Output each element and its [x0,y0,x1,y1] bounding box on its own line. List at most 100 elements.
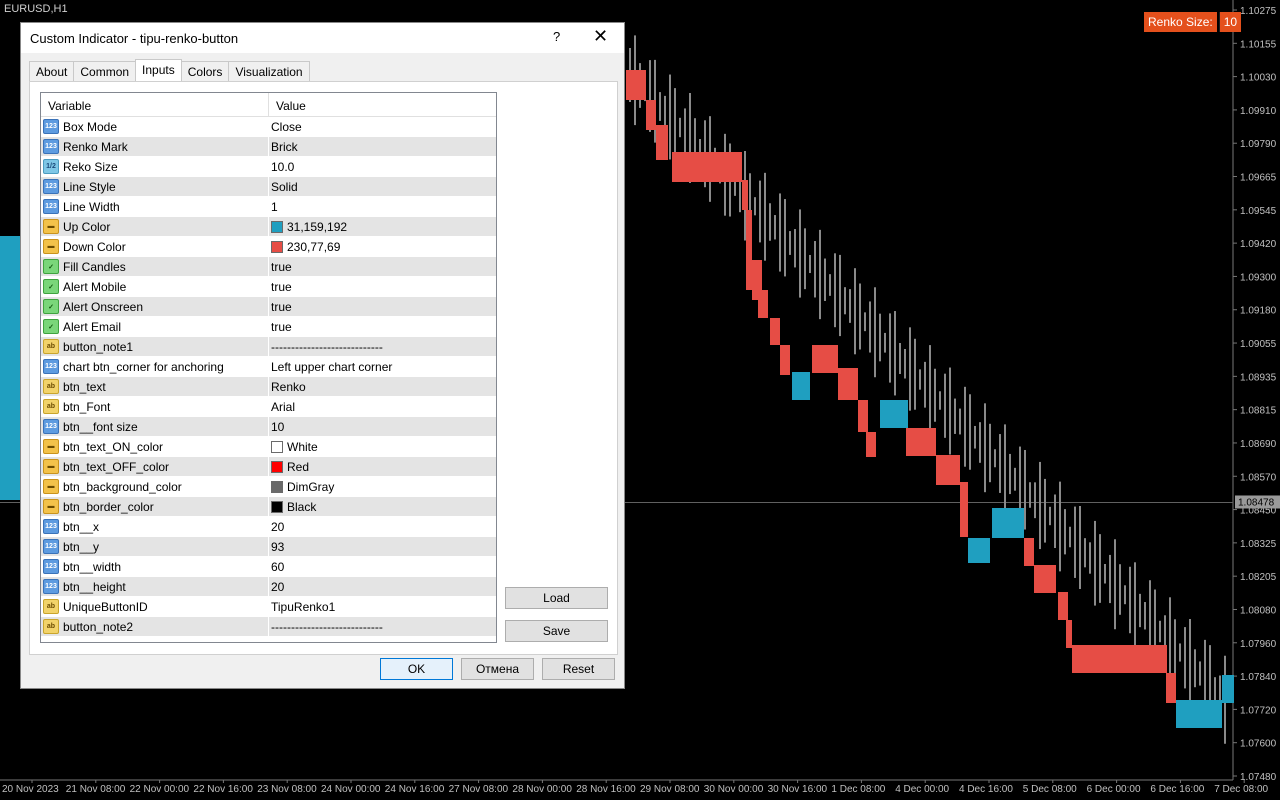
price-tick-label: 1.07960 [1240,639,1277,650]
input-row[interactable]: ▬ btn_text_ON_color White [41,437,496,457]
input-value-cell[interactable]: 93 [269,537,496,556]
price-tick-label: 1.08690 [1240,439,1277,450]
bool-type-icon: ✓ [43,299,59,314]
input-row[interactable]: ▬ Down Color 230,77,69 [41,237,496,257]
input-value-cell[interactable]: 1 [269,197,496,216]
input-row[interactable]: 123 btn__width 60 [41,557,496,577]
input-value-cell[interactable]: Red [269,457,496,476]
input-value-cell[interactable]: Arial [269,397,496,416]
input-row[interactable]: ab button_note2 --------------------------… [41,617,496,637]
help-button[interactable]: ? [553,29,560,44]
input-row[interactable]: 123 btn__font size 10 [41,417,496,437]
input-row[interactable]: ✓ Alert Onscreen true [41,297,496,317]
input-row[interactable]: 123 Line Style Solid [41,177,496,197]
renko-brick-down [866,432,876,457]
input-value: Brick [271,139,298,154]
input-value-cell[interactable]: 10.0 [269,157,496,176]
input-row[interactable]: ▬ btn_text_OFF_color Red [41,457,496,477]
input-value-cell[interactable]: Black [269,497,496,516]
input-variable-cell: 123 btn__height [41,577,269,596]
input-value-cell[interactable]: ---------------------------- [269,617,496,636]
tab-visualization[interactable]: Visualization [228,61,310,81]
renko-brick-down [770,318,780,345]
ok-button[interactable]: OK [380,658,453,680]
input-value: Close [271,119,302,134]
price-tick-label: 1.09180 [1240,306,1277,317]
input-row[interactable]: 123 Box Mode Close [41,117,496,137]
input-value: 10 [271,419,285,434]
input-variable-cell: 123 btn__font size [41,417,269,436]
input-row[interactable]: ▬ Up Color 31,159,192 [41,217,496,237]
input-value-cell[interactable]: 31,159,192 [269,217,496,236]
input-value-cell[interactable]: Brick [269,137,496,156]
price-tick-label: 1.09910 [1240,106,1277,117]
input-value-cell[interactable]: DimGray [269,477,496,496]
input-row[interactable]: 123 chart btn_corner for anchoring Left up… [41,357,496,377]
input-row[interactable]: ✓ Fill Candles true [41,257,496,277]
input-row[interactable]: ▬ btn_border_color Black [41,497,496,517]
input-row[interactable]: ab UniqueButtonID TipuRenko1 [41,597,496,617]
input-row[interactable]: ab btn_text Renko [41,377,496,397]
str-type-icon: ab [43,599,59,614]
input-value-cell[interactable]: 20 [269,517,496,536]
input-value: Left upper chart corner [271,359,393,374]
close-icon[interactable]: ✕ [593,26,608,47]
input-value-cell[interactable]: true [269,257,496,276]
renko-brick-up [1222,675,1234,703]
input-value-cell[interactable]: 60 [269,557,496,576]
bool-type-icon: ✓ [43,279,59,294]
input-value-cell[interactable]: 20 [269,577,496,596]
input-value-cell[interactable]: true [269,277,496,296]
input-row[interactable]: 123 btn__y 93 [41,537,496,557]
input-value-cell[interactable]: Left upper chart corner [269,357,496,376]
input-value-cell[interactable]: true [269,317,496,336]
tab-colors[interactable]: Colors [180,61,230,81]
price-tick-label: 1.07720 [1240,705,1277,716]
input-row[interactable]: ▬ btn_background_color DimGray [41,477,496,497]
load-button[interactable]: Load [505,587,608,609]
input-row[interactable]: 1/2 Reko Size 10.0 [41,157,496,177]
input-row[interactable]: ✓ Alert Email true [41,317,496,337]
tab-common[interactable]: Common [73,61,137,81]
input-row[interactable]: 123 Renko Mark Brick [41,137,496,157]
input-value-cell[interactable]: ---------------------------- [269,337,496,356]
tab-inputs[interactable]: Inputs [135,59,182,81]
input-row[interactable]: ✓ Alert Mobile true [41,277,496,297]
input-variable-name: Up Color [63,219,111,234]
price-tick-label: 1.08325 [1240,539,1277,550]
renko-brick-down [936,455,960,485]
input-row[interactable]: ab button_note1 --------------------------… [41,337,496,357]
cancel-button[interactable]: Отмена [461,658,534,680]
input-value-cell[interactable]: TipuRenko1 [269,597,496,616]
time-tick-label: 21 Nov 08:00 [66,784,126,795]
input-value-cell[interactable]: Close [269,117,496,136]
input-value-cell[interactable]: White [269,437,496,456]
input-value-cell[interactable]: 10 [269,417,496,436]
input-row[interactable]: 123 Line Width 1 [41,197,496,217]
save-button[interactable]: Save [505,620,608,642]
str-type-icon: ab [43,399,59,414]
renko-brick-down [858,400,868,432]
input-row[interactable]: 123 btn__x 20 [41,517,496,537]
time-tick-label: 24 Nov 16:00 [385,784,445,795]
input-variable-name: Down Color [63,239,126,254]
input-row[interactable]: ab btn_Font Arial [41,397,496,417]
int-type-icon: 123 [43,519,59,534]
reset-button[interactable]: Reset [542,658,615,680]
str-type-icon: ab [43,339,59,354]
input-value-cell[interactable]: 230,77,69 [269,237,496,256]
input-value-cell[interactable]: Solid [269,177,496,196]
input-variable-cell: 1/2 Reko Size [41,157,269,176]
input-row[interactable]: 123 btn__height 20 [41,577,496,597]
input-variable-name: Alert Email [63,319,122,334]
input-variable-cell: ab UniqueButtonID [41,597,269,616]
renko-brick-down [780,345,790,375]
input-variable-cell: ▬ Up Color [41,217,269,236]
color-swatch [271,460,283,473]
dialog-titlebar[interactable]: Custom Indicator - tipu-renko-button ? ✕ [21,23,624,53]
tab-about[interactable]: About [29,61,75,81]
renko-size-button[interactable]: Renko Size: 10 [1144,12,1242,32]
input-value-cell[interactable]: true [269,297,496,316]
input-value-cell[interactable]: Renko [269,377,496,396]
int-type-icon: 123 [43,539,59,554]
